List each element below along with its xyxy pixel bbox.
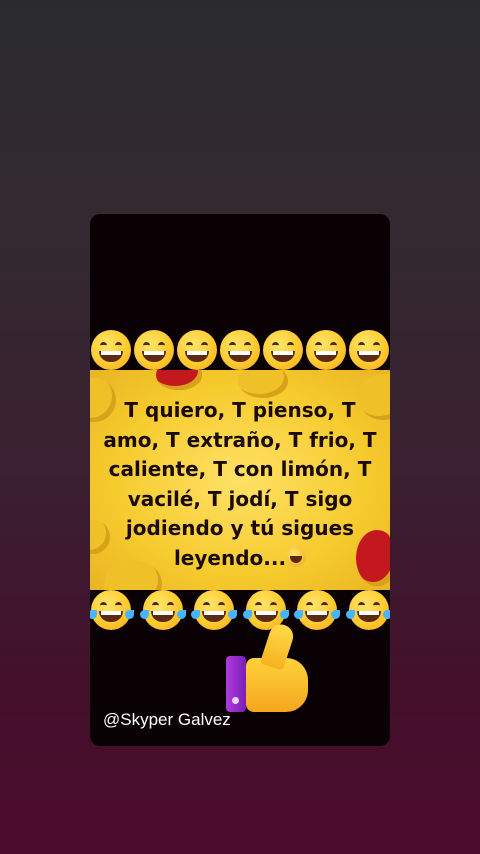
grinning-squinting-face-icon — [91, 330, 131, 370]
beaming-face-icon — [134, 330, 174, 370]
top-emoji-row — [90, 330, 390, 370]
story-card: T quiero, T pienso, T amo, T extraño, T … — [90, 214, 390, 746]
laughing-face-icon — [286, 546, 307, 567]
author-watermark: @Skyper Galvez — [103, 710, 231, 729]
meme-text: T quiero, T pienso, T amo, T extraño, T … — [100, 396, 380, 573]
rolling-laughing-face-icon — [139, 590, 186, 630]
laughing-face-background-icon — [238, 370, 288, 398]
grinning-face-icon — [349, 330, 389, 370]
rolling-laughing-face-icon — [90, 590, 134, 630]
beaming-face-icon — [263, 330, 303, 370]
thumbs-up-icon — [226, 621, 322, 714]
meme-text-panel: T quiero, T pienso, T amo, T extraño, T … — [90, 370, 390, 590]
thumbs-up-cuff — [226, 656, 246, 712]
rolling-laughing-face-icon — [345, 590, 390, 630]
laughing-face-background-icon — [156, 370, 202, 390]
grinning-face-icon — [306, 330, 346, 370]
beaming-face-icon — [177, 330, 217, 370]
beaming-face-icon — [220, 330, 260, 370]
meme-caption: T quiero, T pienso, T amo, T extraño, T … — [103, 398, 377, 570]
